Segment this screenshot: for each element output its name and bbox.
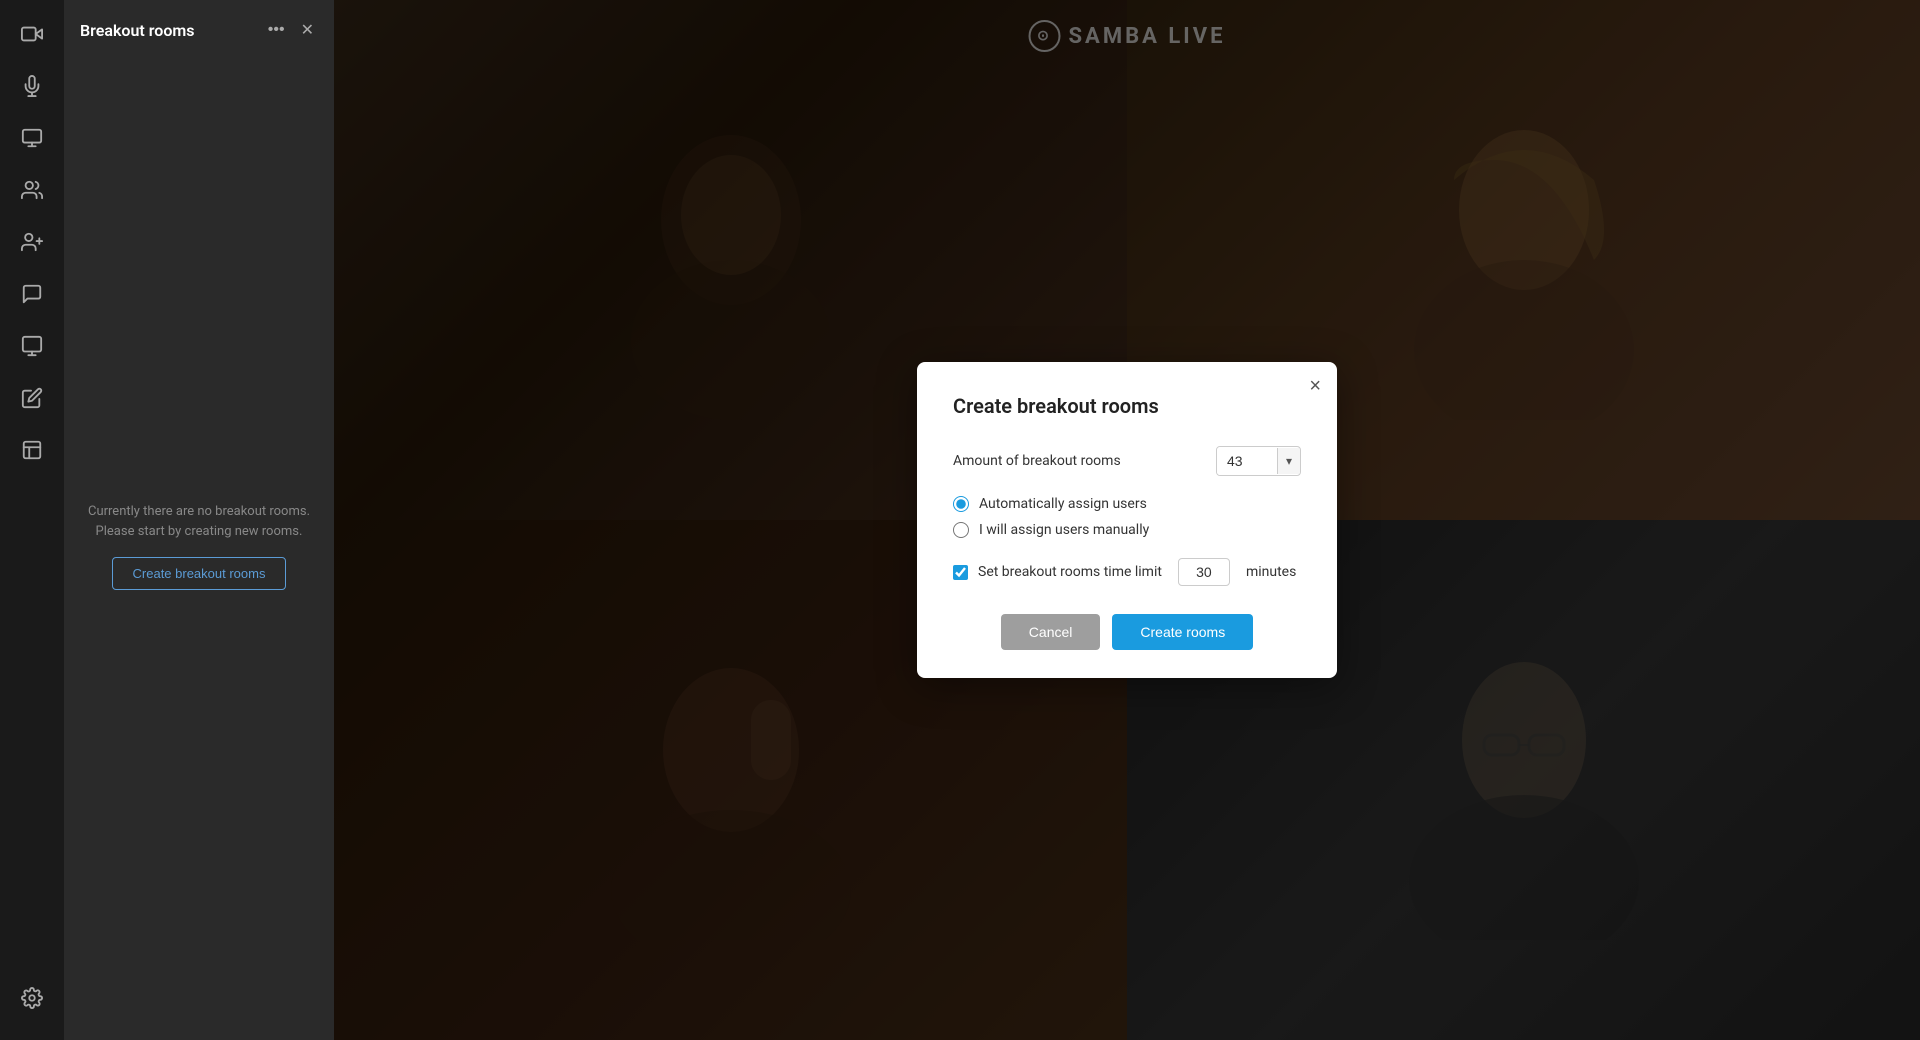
minutes-label: minutes	[1246, 564, 1296, 580]
assign-radio-group: Automatically assign users I will assign…	[953, 496, 1301, 538]
cancel-button[interactable]: Cancel	[1001, 614, 1101, 650]
breakout-empty-message: Currently there are no breakout rooms. P…	[84, 502, 314, 541]
amount-dropdown-button[interactable]: ▾	[1277, 448, 1300, 474]
create-breakout-rooms-button[interactable]: Create breakout rooms	[112, 557, 287, 590]
screen-share-icon[interactable]	[10, 116, 54, 160]
video-area: ⊙ SAMBA LIVE	[334, 0, 1920, 1040]
sidebar	[0, 0, 64, 1040]
auto-assign-option[interactable]: Automatically assign users	[953, 496, 1301, 512]
amount-label: Amount of breakout rooms	[953, 453, 1121, 469]
time-limit-row: Set breakout rooms time limit minutes	[953, 558, 1301, 586]
chat-icon[interactable]	[10, 272, 54, 316]
auto-assign-label: Automatically assign users	[979, 496, 1147, 512]
breakout-panel-header: Breakout rooms ••• ✕	[64, 0, 334, 52]
create-rooms-button[interactable]: Create rooms	[1112, 614, 1253, 650]
manual-assign-option[interactable]: I will assign users manually	[953, 522, 1301, 538]
amount-row: Amount of breakout rooms ▾	[953, 446, 1301, 476]
amount-select-container: ▾	[1216, 446, 1301, 476]
breakout-panel: Breakout rooms ••• ✕ Currently there are…	[64, 0, 334, 1040]
breakout-panel-title: Breakout rooms	[80, 21, 195, 40]
stats-icon[interactable]	[10, 428, 54, 472]
time-limit-input[interactable]	[1178, 558, 1230, 586]
time-limit-label: Set breakout rooms time limit	[978, 564, 1162, 580]
breakout-close-button[interactable]: ✕	[297, 18, 318, 42]
edit-icon[interactable]	[10, 376, 54, 420]
create-breakout-modal: × Create breakout rooms Amount of breako…	[917, 362, 1337, 678]
manual-assign-radio[interactable]	[953, 522, 969, 538]
time-limit-checkbox[interactable]	[953, 565, 968, 580]
camera-icon[interactable]	[10, 12, 54, 56]
manual-assign-label: I will assign users manually	[979, 522, 1149, 538]
microphone-icon[interactable]	[10, 64, 54, 108]
amount-input[interactable]	[1217, 447, 1277, 475]
present-icon[interactable]	[10, 324, 54, 368]
settings-icon[interactable]	[10, 976, 54, 1020]
modal-backdrop: × Create breakout rooms Amount of breako…	[334, 0, 1920, 1040]
breakout-more-button[interactable]: •••	[264, 19, 289, 41]
modal-footer: Cancel Create rooms	[953, 614, 1301, 650]
person-add-icon[interactable]	[10, 220, 54, 264]
modal-close-button[interactable]: ×	[1309, 376, 1321, 396]
modal-title: Create breakout rooms	[953, 394, 1301, 418]
auto-assign-radio[interactable]	[953, 496, 969, 512]
people-icon[interactable]	[10, 168, 54, 212]
breakout-panel-content: Currently there are no breakout rooms. P…	[64, 52, 334, 1040]
breakout-header-actions: ••• ✕	[264, 18, 318, 42]
